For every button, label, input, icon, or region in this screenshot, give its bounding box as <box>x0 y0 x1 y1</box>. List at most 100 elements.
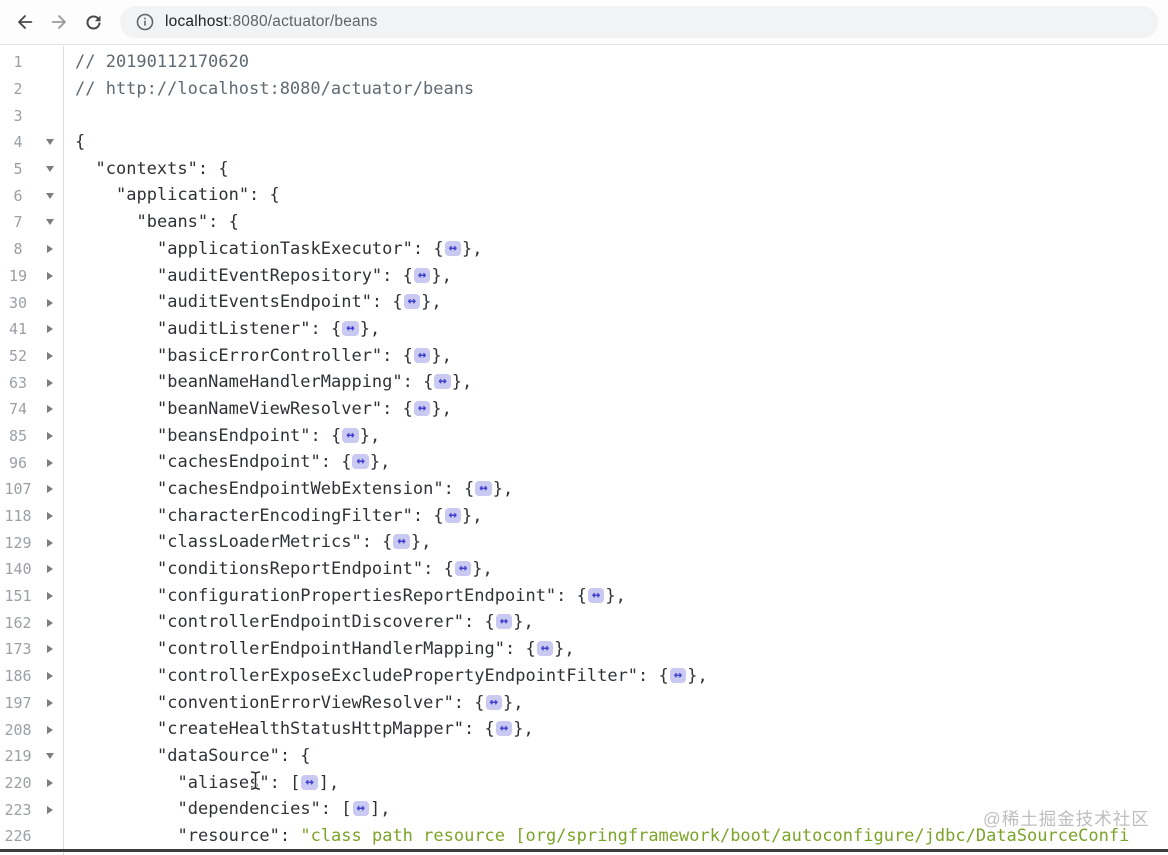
collapse-toggle-icon[interactable] <box>45 219 54 226</box>
address-bar[interactable]: localhost:8080/actuator/beans <box>120 6 1158 38</box>
browser-window: localhost:8080/actuator/beans 1 // 201901… <box>0 0 1168 855</box>
collapsed-content-pill[interactable]: ↔ <box>342 320 359 336</box>
gutter-cell <box>36 431 63 440</box>
json-text: , <box>523 719 534 740</box>
line-number: 41 <box>8 320 28 339</box>
code-text: // 20190112170620 <box>63 49 249 76</box>
expand-toggle-icon[interactable] <box>46 378 53 387</box>
collapsed-content-pill[interactable]: ↔ <box>454 561 472 577</box>
code-text: "beansEndpoint": {↔}, <box>157 425 381 446</box>
collapse-toggle-icon[interactable] <box>45 139 54 146</box>
collapsed-content-pill[interactable]: ↔ <box>342 427 359 443</box>
expand-toggle-icon[interactable] <box>46 592 53 601</box>
collapsed-content-pill[interactable]: ↔ <box>352 801 369 817</box>
code-text: { <box>63 129 85 156</box>
expand-toggle-icon[interactable] <box>46 512 53 521</box>
code-text: "dependencies": [↔], <box>177 799 391 820</box>
json-text: , <box>472 238 483 259</box>
line-number: 173 <box>4 640 32 659</box>
collapse-toggle-icon[interactable] <box>45 753 54 760</box>
forward-button[interactable] <box>42 5 76 39</box>
collapsed-content-pill[interactable]: ↔ <box>352 454 369 470</box>
json-text: "beans": { <box>136 212 239 233</box>
json-text: , <box>431 292 442 313</box>
collapse-toggle-icon[interactable] <box>45 192 54 199</box>
gutter-cell <box>36 512 63 521</box>
json-text: , <box>369 318 381 339</box>
reload-button[interactable] <box>76 5 110 39</box>
json-text: , <box>380 452 391 473</box>
collapsed-content-pill[interactable]: ↔ <box>475 481 492 496</box>
expand-toggle-icon[interactable] <box>46 271 53 280</box>
collapsed-content-pill[interactable]: ↔ <box>444 240 462 256</box>
string-value: "class path resource [org/springframewor… <box>300 825 1130 846</box>
collapsed-content-pill[interactable]: ↔ <box>495 721 513 737</box>
gutter-cell <box>36 672 63 681</box>
expand-toggle-icon[interactable] <box>46 405 53 414</box>
expand-toggle-icon[interactable] <box>46 458 53 467</box>
expand-toggle-icon[interactable] <box>46 565 53 574</box>
expand-toggle-icon[interactable] <box>46 538 53 547</box>
json-text: "beanNameHandlerMapping": <box>157 372 424 393</box>
expand-toggle-icon[interactable] <box>46 672 53 681</box>
expand-toggle-icon[interactable] <box>46 618 53 627</box>
code-line: 151 "configurationPropertiesReportEndpoin… <box>0 583 1168 610</box>
expand-toggle-icon[interactable] <box>46 645 53 654</box>
code-text: "applicationTaskExecutor": {↔}, <box>157 238 483 259</box>
gutter-cell <box>36 298 63 307</box>
code-line: 162 "controllerEndpointDiscoverer": {↔}, <box>0 609 1168 636</box>
line-number: 162 <box>4 613 32 632</box>
expand-toggle-icon[interactable] <box>46 778 53 787</box>
code-line: 2 // http://localhost:8080/actuator/beans <box>0 76 1168 103</box>
collapsed-content-pill[interactable]: ↔ <box>669 667 687 683</box>
collapsed-content-pill[interactable]: ↔ <box>536 641 554 657</box>
collapsed-content-pill[interactable]: ↔ <box>413 347 431 363</box>
expand-toggle-icon[interactable] <box>46 431 53 440</box>
collapsed-content-pill[interactable]: ↔ <box>485 694 502 710</box>
collapsed-content-pill[interactable]: ↔ <box>301 774 318 790</box>
code-text: "aliases": [↔], <box>177 772 340 793</box>
code-text: "dataSource": { <box>63 743 311 770</box>
expand-toggle-icon[interactable] <box>46 485 53 494</box>
line-number: 52 <box>8 346 28 365</box>
collapsed-content-pill[interactable]: ↔ <box>587 587 605 603</box>
collapsed-content-pill[interactable]: ↔ <box>413 267 431 283</box>
collapsed-content-pill[interactable]: ↔ <box>434 374 451 390</box>
bottom-edge-bar <box>0 849 1168 852</box>
code-text: "createHealthStatusHttpMapper": {↔}, <box>157 719 534 740</box>
gutter-cell <box>36 378 63 387</box>
back-button[interactable] <box>8 5 42 39</box>
json-text: "cachesEndpoint": <box>157 452 342 473</box>
collapsed-content-pill[interactable]: ↔ <box>413 400 431 416</box>
code-line: 186 "controllerExposeExcludePropertyEndpo… <box>0 663 1168 690</box>
code-line: 220 "aliases": [↔], <box>0 770 1168 797</box>
code-text: "conventionErrorViewResolver": {↔}, <box>157 692 524 713</box>
collapsed-content-pill[interactable]: ↔ <box>403 294 421 310</box>
info-icon[interactable] <box>134 11 156 33</box>
expand-toggle-icon[interactable] <box>46 298 53 307</box>
collapse-toggle-icon[interactable] <box>45 166 54 173</box>
json-text: , <box>369 425 381 446</box>
expand-toggle-icon[interactable] <box>46 725 53 734</box>
reload-icon <box>86 14 100 29</box>
expand-toggle-icon[interactable] <box>46 325 53 334</box>
expand-toggle-icon[interactable] <box>46 351 53 360</box>
expand-toggle-icon[interactable] <box>46 698 53 707</box>
json-text: "characterEncodingFilter": <box>157 505 434 526</box>
code-line: 63 "beanNameHandlerMapping": {↔}, <box>0 369 1168 396</box>
comment-text: // http://localhost:8080/actuator/beans <box>75 78 475 99</box>
collapsed-content-pill[interactable]: ↔ <box>444 507 462 523</box>
url-host: localhost <box>165 13 228 30</box>
json-text: { <box>75 132 86 153</box>
collapsed-content-pill[interactable]: ↔ <box>495 614 513 630</box>
code-line: 85 "beansEndpoint": {↔}, <box>0 423 1168 450</box>
code-line: 219 "dataSource": { <box>0 743 1168 770</box>
expand-toggle-icon[interactable] <box>46 805 53 814</box>
json-text: "beanNameViewResolver": <box>157 398 403 419</box>
json-text: "controllerEndpointDiscoverer": <box>157 612 485 633</box>
json-text: "auditListener": <box>157 318 331 339</box>
json-text: "conventionErrorViewResolver": <box>157 692 475 713</box>
expand-toggle-icon[interactable] <box>46 245 53 254</box>
code-text: "cachesEndpoint": {↔}, <box>157 452 391 473</box>
collapsed-content-pill[interactable]: ↔ <box>393 534 410 550</box>
